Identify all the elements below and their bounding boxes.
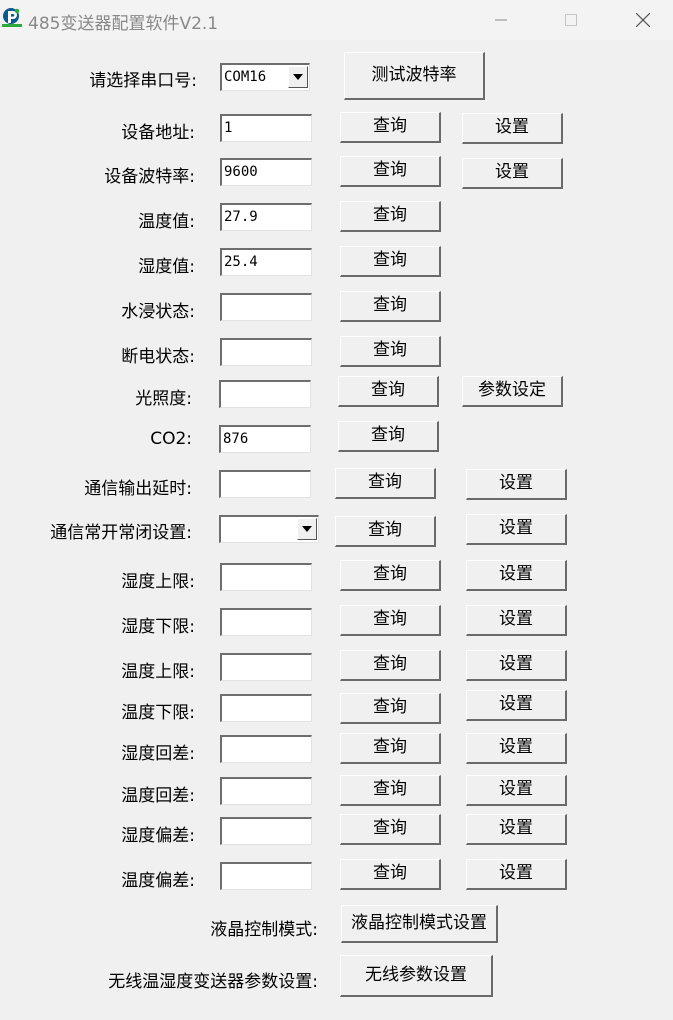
humidity-offset-input[interactable] [220, 817, 312, 845]
temperature-query-button[interactable]: 查询 [340, 201, 441, 232]
baud-rate-query-button[interactable]: 查询 [340, 156, 441, 187]
temperature-hysteresis-set-button[interactable]: 设置 [466, 775, 567, 806]
temperature-input[interactable]: 27.9 [220, 203, 312, 231]
baud-rate-label: 设备波特率: [104, 167, 195, 187]
temperature-offset-label: 温度偏差: [121, 871, 195, 891]
minimize-button[interactable] [478, 4, 524, 36]
chevron-down-icon [302, 526, 312, 532]
humidity-hysteresis-label: 湿度回差: [121, 744, 195, 764]
power-failure-label: 断电状态: [121, 347, 195, 367]
humidity-upper-query-button[interactable]: 查询 [340, 560, 441, 591]
humidity-input[interactable]: 25.4 [220, 248, 312, 276]
humidity-lower-label: 湿度下限: [121, 617, 195, 637]
device-address-query-button[interactable]: 查询 [340, 112, 441, 143]
humidity-upper-label: 湿度上限: [121, 572, 195, 592]
no-nc-select[interactable] [219, 515, 319, 543]
temperature-upper-input[interactable] [220, 653, 312, 681]
temperature-hysteresis-query-button[interactable]: 查询 [340, 775, 441, 806]
window-title: 485变送器配置软件V2.1 [28, 14, 219, 34]
humidity-offset-query-button[interactable]: 查询 [340, 814, 441, 845]
maximize-icon [565, 14, 577, 26]
temperature-lower-query-button[interactable]: 查询 [340, 693, 441, 724]
temperature-hysteresis-input[interactable] [220, 777, 312, 805]
co2-input[interactable]: 876 [219, 425, 311, 453]
temperature-lower-set-button[interactable]: 设置 [466, 690, 567, 721]
humidity-query-button[interactable]: 查询 [340, 246, 441, 277]
temperature-upper-label: 温度上限: [121, 662, 195, 682]
app-logo-icon [2, 8, 22, 27]
humidity-offset-label: 湿度偏差: [121, 826, 195, 846]
humidity-offset-set-button[interactable]: 设置 [466, 814, 567, 845]
water-leak-label: 水浸状态: [121, 302, 195, 322]
baud-rate-set-button[interactable]: 设置 [462, 158, 563, 189]
humidity-lower-query-button[interactable]: 查询 [340, 605, 441, 636]
wireless-params-label: 无线温湿度变送器参数设置: [108, 972, 318, 992]
temperature-lower-input[interactable] [220, 694, 312, 722]
temperature-hysteresis-label: 温度回差: [121, 786, 195, 806]
minimize-icon [495, 19, 507, 21]
temperature-label: 温度值: [138, 212, 195, 232]
temperature-offset-query-button[interactable]: 查询 [340, 859, 441, 890]
comm-delay-query-button[interactable]: 查询 [335, 468, 436, 499]
humidity-hysteresis-query-button[interactable]: 查询 [340, 733, 441, 764]
humidity-hysteresis-set-button[interactable]: 设置 [466, 733, 567, 764]
title-bar: 485变送器配置软件V2.1 [0, 0, 673, 40]
co2-label: CO2: [150, 429, 192, 449]
lcd-mode-label: 液晶控制模式: [210, 920, 318, 940]
temperature-offset-input[interactable] [220, 862, 312, 890]
comm-delay-set-button[interactable]: 设置 [466, 469, 567, 500]
humidity-upper-set-button[interactable]: 设置 [466, 560, 567, 591]
wireless-params-button[interactable]: 无线参数设置 [340, 955, 493, 997]
port-label: 请选择串口号: [89, 71, 197, 91]
humidity-hysteresis-input[interactable] [220, 735, 312, 763]
water-leak-query-button[interactable]: 查询 [340, 291, 441, 322]
temperature-upper-query-button[interactable]: 查询 [340, 650, 441, 681]
port-dropdown-button[interactable] [288, 66, 308, 88]
baud-rate-input[interactable]: 9600 [220, 158, 312, 186]
power-failure-input[interactable] [220, 338, 312, 366]
close-icon [636, 13, 650, 27]
water-leak-input[interactable] [220, 293, 312, 321]
no-nc-query-button[interactable]: 查询 [335, 516, 436, 547]
temperature-upper-set-button[interactable]: 设置 [466, 650, 567, 681]
device-address-input[interactable]: 1 [220, 114, 312, 142]
comm-delay-input[interactable] [219, 470, 311, 498]
illuminance-label: 光照度: [135, 389, 192, 409]
temperature-offset-set-button[interactable]: 设置 [466, 859, 567, 890]
port-select-value: COM16 [224, 69, 267, 85]
humidity-lower-set-button[interactable]: 设置 [466, 605, 567, 636]
illuminance-input[interactable] [219, 380, 311, 408]
port-select[interactable]: COM16 [220, 63, 310, 91]
comm-delay-label: 通信输出延时: [84, 479, 192, 499]
device-address-set-button[interactable]: 设置 [462, 113, 563, 144]
power-failure-query-button[interactable]: 查询 [340, 336, 441, 367]
humidity-upper-input[interactable] [220, 563, 312, 591]
chevron-down-icon [293, 74, 303, 80]
maximize-button[interactable] [548, 4, 594, 36]
test-baud-button[interactable]: 测试波特率 [344, 52, 485, 100]
illuminance-query-button[interactable]: 查询 [338, 376, 439, 407]
humidity-label: 湿度值: [138, 257, 195, 277]
illuminance-param-button[interactable]: 参数设定 [462, 376, 563, 407]
close-button[interactable] [620, 4, 666, 36]
lcd-mode-set-button[interactable]: 液晶控制模式设置 [341, 905, 498, 943]
co2-query-button[interactable]: 查询 [338, 421, 439, 452]
no-nc-dropdown-button[interactable] [297, 518, 317, 540]
no-nc-label: 通信常开常闭设置: [50, 523, 192, 543]
device-address-label: 设备地址: [121, 123, 195, 143]
humidity-lower-input[interactable] [220, 608, 312, 636]
no-nc-set-button[interactable]: 设置 [466, 514, 567, 545]
temperature-lower-label: 温度下限: [121, 703, 195, 723]
